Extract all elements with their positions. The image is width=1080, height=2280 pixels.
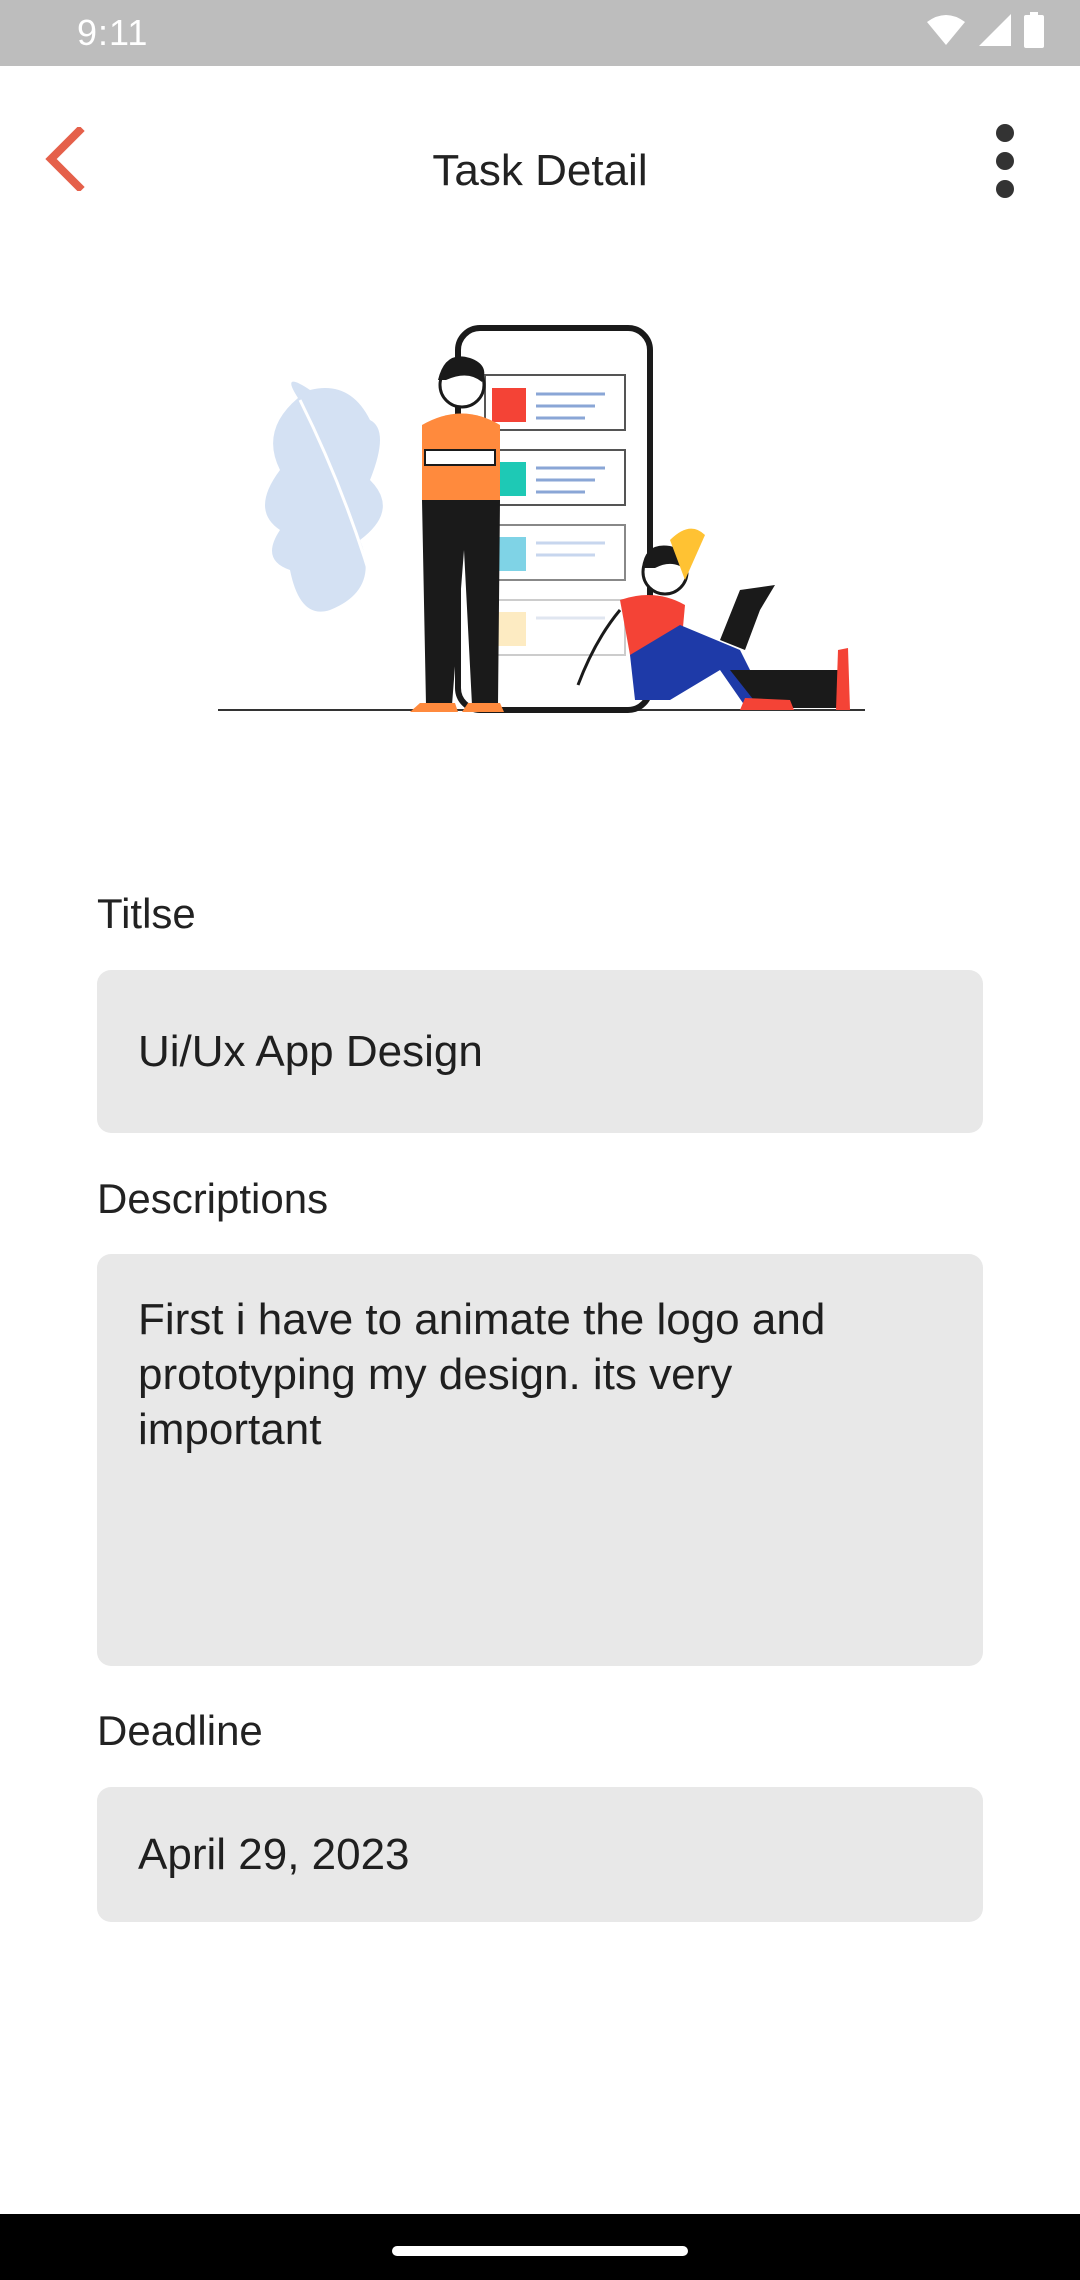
battery-icon xyxy=(1024,11,1044,53)
app-bar: Task Detail xyxy=(0,66,1080,256)
page-title: Task Detail xyxy=(432,146,648,195)
title-label: Titlse xyxy=(97,890,196,937)
wifi-icon xyxy=(926,14,966,51)
description-label: Descriptions xyxy=(97,1175,329,1222)
status-icons xyxy=(926,11,1044,53)
deadline-label: Deadline xyxy=(97,1707,263,1754)
leaf-shape xyxy=(265,381,383,612)
title-input[interactable]: Ui/Ux App Design xyxy=(97,970,983,1133)
task-illustration xyxy=(200,310,880,750)
more-options-button[interactable] xyxy=(970,118,1040,208)
more-vertical-icon xyxy=(993,123,1017,204)
system-navigation-bar xyxy=(0,2214,1080,2280)
status-bar: 9:11 xyxy=(0,0,1080,66)
home-indicator[interactable] xyxy=(392,2246,688,2256)
signal-icon xyxy=(978,13,1012,52)
task-detail-screen: 9:11 Task Detail Titlse Ui/Ux App Design… xyxy=(0,0,1080,2280)
status-time: 9:11 xyxy=(77,12,149,53)
description-textarea[interactable]: First i have to animate the logo and pro… xyxy=(97,1254,983,1666)
deadline-field[interactable]: April 29, 2023 xyxy=(97,1787,983,1922)
